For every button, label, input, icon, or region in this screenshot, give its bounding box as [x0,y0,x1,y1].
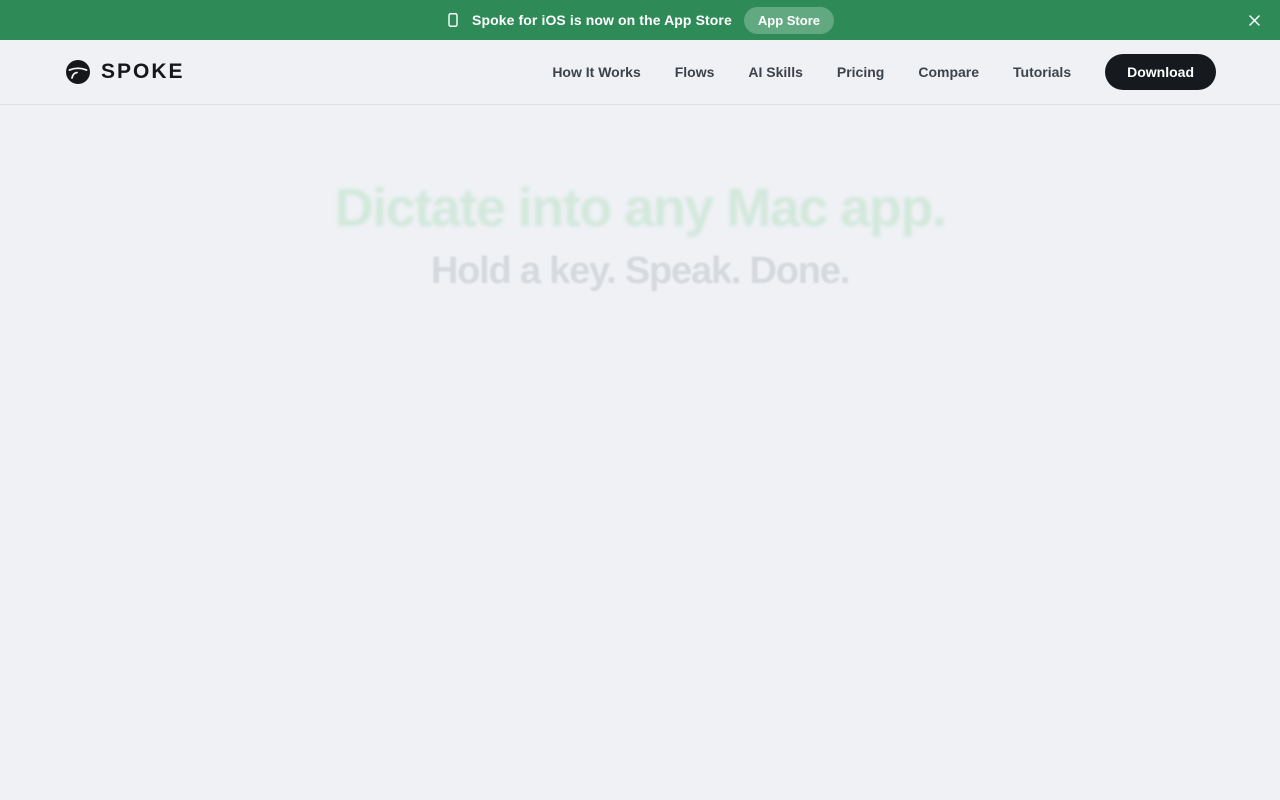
logo-text: SPOKE [101,60,185,83]
nav-link-pricing[interactable]: Pricing [837,64,884,80]
nav-link-ai-skills[interactable]: AI Skills [748,64,802,80]
spoke-logo-icon [65,59,91,85]
close-icon[interactable] [1246,12,1262,28]
hero-subtitle: Hold a key. Speak. Done. [430,250,850,292]
main-navbar: SPOKE How It Works Flows AI Skills Prici… [0,40,1280,105]
announcement-banner: Spoke for iOS is now on the App Store Ap… [0,0,1280,40]
nav-link-tutorials[interactable]: Tutorials [1013,64,1071,80]
banner-text: Spoke for iOS is now on the App Store [472,12,732,28]
nav-link-how-it-works[interactable]: How It Works [552,64,640,80]
app-store-button[interactable]: App Store [743,6,834,34]
hero-section: Dictate into any Mac app. Hold a key. Sp… [0,105,1280,800]
nav-link-compare[interactable]: Compare [918,64,979,80]
nav-link-flows[interactable]: Flows [675,64,715,80]
logo[interactable]: SPOKE [65,58,185,86]
nav-links: How It Works Flows AI Skills Pricing Com… [552,54,1216,90]
phone-icon [446,12,460,28]
hero-title: Dictate into any Mac app. [334,178,947,238]
banner-content: Spoke for iOS is now on the App Store Ap… [446,6,834,34]
download-button[interactable]: Download [1105,54,1216,90]
